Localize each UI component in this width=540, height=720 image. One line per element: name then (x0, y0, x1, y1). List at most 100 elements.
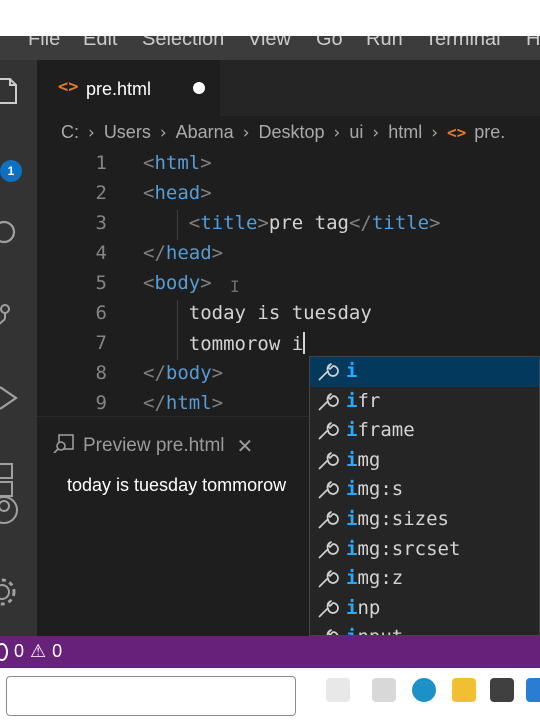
editor-tab-bar: <> pre.html (37, 60, 540, 116)
suggestion-label: iframe (346, 419, 415, 442)
activity-bar: 1 (0, 60, 37, 636)
line-number: 4 (95, 242, 107, 264)
menu-terminal[interactable]: Terminal (425, 36, 501, 51)
suggestion-item[interactable]: img:srcset (310, 535, 539, 566)
taskbar-search-box[interactable] (6, 676, 296, 716)
menu-view[interactable]: View (248, 36, 291, 51)
code-line[interactable]: 5 <body> (37, 269, 540, 299)
snippet-wrench-icon (316, 568, 340, 595)
account-icon[interactable] (0, 490, 37, 530)
snippet-wrench-icon (316, 361, 340, 388)
breadcrumb-user[interactable]: Abarna (176, 122, 234, 143)
menu-selection[interactable]: Selection (142, 36, 224, 51)
snippet-wrench-icon (316, 598, 340, 625)
breadcrumb-ui[interactable]: ui (349, 122, 363, 143)
chevron-right-icon: › (333, 122, 341, 143)
task-view-icon[interactable] (326, 678, 350, 702)
snippet-wrench-icon (316, 539, 340, 566)
line-number: 3 (95, 212, 107, 234)
breadcrumb-file[interactable]: pre. (474, 122, 505, 143)
suggestion-item[interactable]: i (310, 357, 539, 388)
code-content: tommorow i (188, 332, 306, 355)
suggestion-label: inp (346, 596, 381, 619)
line-number: 5 (95, 272, 107, 294)
menu-run[interactable]: Run (366, 36, 403, 51)
code-content: <head> (143, 182, 212, 204)
chevron-right-icon: › (88, 122, 95, 143)
breadcrumb-drive[interactable]: C: (61, 122, 79, 143)
run-debug-icon[interactable] (0, 378, 37, 418)
line-number: 8 (95, 362, 107, 384)
suggestion-label: img:z (346, 567, 404, 590)
menu-edit[interactable]: Edit (83, 36, 117, 51)
snippet-wrench-icon (316, 391, 340, 418)
preview-content: today is tuesday tommorow (67, 475, 287, 495)
line-number: 6 (95, 302, 107, 324)
code-line[interactable]: 7 tommorow i (37, 329, 540, 359)
suggestion-label: img:srcset (346, 537, 461, 560)
code-line[interactable]: 1 <html> (37, 150, 540, 179)
close-icon[interactable]: ✕ (237, 434, 254, 459)
code-line[interactable]: 4 </head> (37, 239, 540, 269)
suggestion-label: img:sizes (346, 508, 449, 530)
snippet-wrench-icon (316, 627, 340, 635)
code-content: </head> (143, 242, 224, 264)
explorer-icon[interactable] (0, 72, 37, 112)
code-content: today is tuesday (188, 302, 372, 324)
suggestion-label: img:s (346, 478, 404, 501)
suggestion-item[interactable]: img:s (310, 475, 539, 506)
breadcrumb-desktop[interactable]: Desktop (259, 122, 325, 143)
store-icon[interactable] (490, 678, 514, 702)
file-explorer-icon[interactable] (452, 678, 476, 702)
code-content: </html> (143, 392, 224, 414)
text-cursor (303, 332, 306, 354)
explorer-badge: 1 (0, 160, 22, 182)
suggestion-item[interactable]: inp (310, 594, 539, 625)
suggestion-label: img (346, 448, 381, 471)
warning-icon: ⚠ (30, 641, 47, 662)
preview-title: Preview pre.html (83, 435, 225, 456)
suggestion-item[interactable]: iframe (310, 416, 539, 447)
line-number: 2 (95, 182, 107, 204)
breadcrumb-html[interactable]: html (388, 122, 422, 143)
preview-icon (53, 433, 75, 459)
breadcrumb: C: › Users › Abarna › Desktop › ui › htm… (37, 116, 540, 150)
suggestion-item[interactable]: ifr (310, 387, 539, 418)
tab-pre-html[interactable]: <> pre.html (37, 60, 220, 116)
suggestion-item[interactable]: img:z (310, 564, 539, 595)
code-line[interactable]: 2 <head> (37, 179, 540, 209)
app-icon[interactable] (372, 678, 396, 702)
preview-tab[interactable]: Preview pre.html ✕ (53, 433, 253, 459)
warning-count: 0 (52, 641, 63, 661)
code-line[interactable]: 6 today is tuesday (37, 299, 540, 329)
app-icon[interactable] (526, 678, 540, 702)
snippet-wrench-icon (316, 479, 340, 506)
code-content: </body> (143, 362, 224, 384)
screen-top-edge (0, 0, 540, 36)
error-icon (0, 642, 8, 661)
suggestion-label: input (346, 626, 403, 635)
snippet-wrench-icon (316, 509, 340, 536)
suggestion-widget: i ifr iframe img img:s img:sizes img:srcset img… (309, 356, 540, 636)
source-control-icon[interactable] (0, 296, 37, 336)
status-bar: 0 ⚠ 0 (0, 636, 540, 668)
chevron-right-icon: › (242, 122, 250, 143)
menu-help[interactable]: Help (526, 36, 540, 51)
code-line[interactable]: 3 <title>pre tag</title> (37, 209, 540, 239)
settings-gear-icon[interactable] (0, 572, 37, 612)
suggestion-item[interactable]: img (310, 446, 539, 477)
problems-indicator[interactable]: 0 ⚠ 0 (0, 641, 62, 662)
edge-icon[interactable] (412, 678, 436, 702)
suggestion-item[interactable]: input (310, 623, 539, 635)
suggestion-item[interactable]: img:sizes (310, 505, 539, 536)
snippet-wrench-icon (316, 420, 340, 447)
breadcrumb-users[interactable]: Users (104, 122, 151, 143)
unsaved-dot-icon[interactable] (193, 82, 205, 94)
menu-file[interactable]: File (28, 36, 60, 51)
search-icon[interactable] (0, 214, 37, 254)
snippet-wrench-icon (316, 450, 340, 477)
chevron-right-icon: › (159, 122, 167, 143)
code-content: <body> (143, 272, 212, 294)
menu-go[interactable]: Go (316, 36, 343, 51)
error-count: 0 (14, 641, 25, 661)
